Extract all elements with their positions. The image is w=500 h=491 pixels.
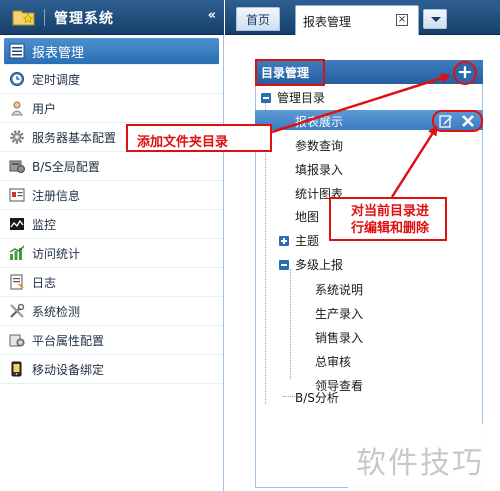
callout-line: 对当前目录进	[350, 204, 429, 219]
callout-line: 行编辑和删除	[350, 221, 429, 236]
watermark-text: 软件技巧	[356, 446, 484, 481]
callout-edit-delete: 对当前目录进 行编辑和删除	[329, 197, 447, 241]
callout-add-folder: 添加文件夹目录	[126, 124, 272, 152]
watermark: 软件技巧	[348, 424, 500, 491]
annotation-arrows	[271, 73, 451, 198]
callout-text: 对当前目录进 行编辑和删除	[337, 203, 443, 237]
callout-text: 添加文件夹目录	[137, 135, 229, 150]
